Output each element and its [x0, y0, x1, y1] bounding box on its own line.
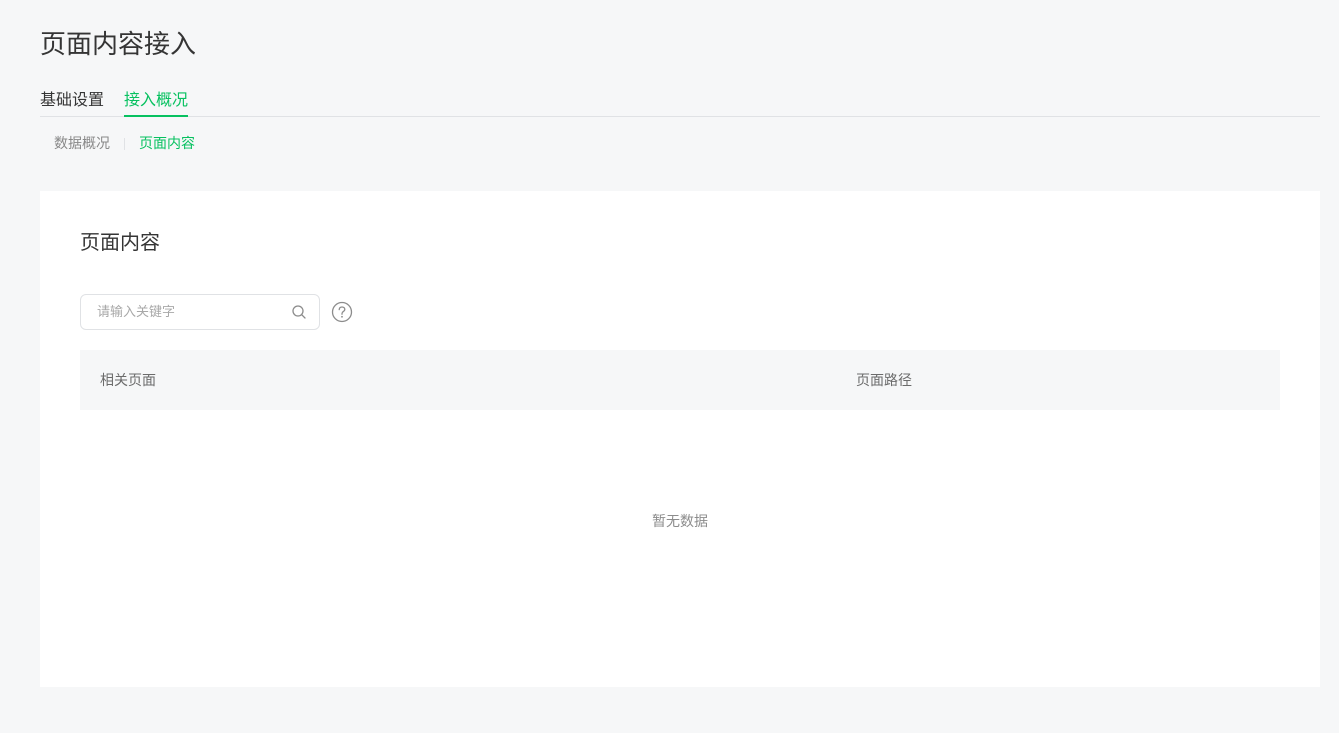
search-input[interactable]	[81, 295, 291, 329]
page-root: 页面内容接入 基础设置 接入概况 数据概况 页面内容 页面内容 请输入关键字 相…	[0, 0, 1339, 733]
content-card: 页面内容 相关页面 页面路径 暂无数据	[40, 191, 1320, 687]
sub-tabs: 数据概况 页面内容	[54, 134, 195, 154]
question-circle-icon[interactable]	[331, 301, 353, 323]
column-header-related-page: 相关页面	[100, 373, 156, 389]
tab-basic-settings[interactable]: 基础设置	[40, 88, 104, 116]
main-tabs: 基础设置 接入概况	[40, 88, 1320, 117]
sub-tab-divider	[124, 138, 125, 150]
table-header: 相关页面 页面路径	[80, 350, 1280, 410]
sub-tab-page-content[interactable]: 页面内容	[139, 134, 195, 154]
page-title: 页面内容接入	[40, 30, 197, 60]
sub-tab-data-overview[interactable]: 数据概况	[54, 134, 110, 154]
empty-state-text: 暂无数据	[652, 514, 708, 530]
search-box	[80, 294, 320, 330]
column-header-page-path: 页面路径	[856, 373, 912, 389]
tab-access-overview[interactable]: 接入概况	[124, 88, 189, 117]
search-icon[interactable]	[291, 304, 307, 320]
card-title: 页面内容	[80, 230, 160, 254]
